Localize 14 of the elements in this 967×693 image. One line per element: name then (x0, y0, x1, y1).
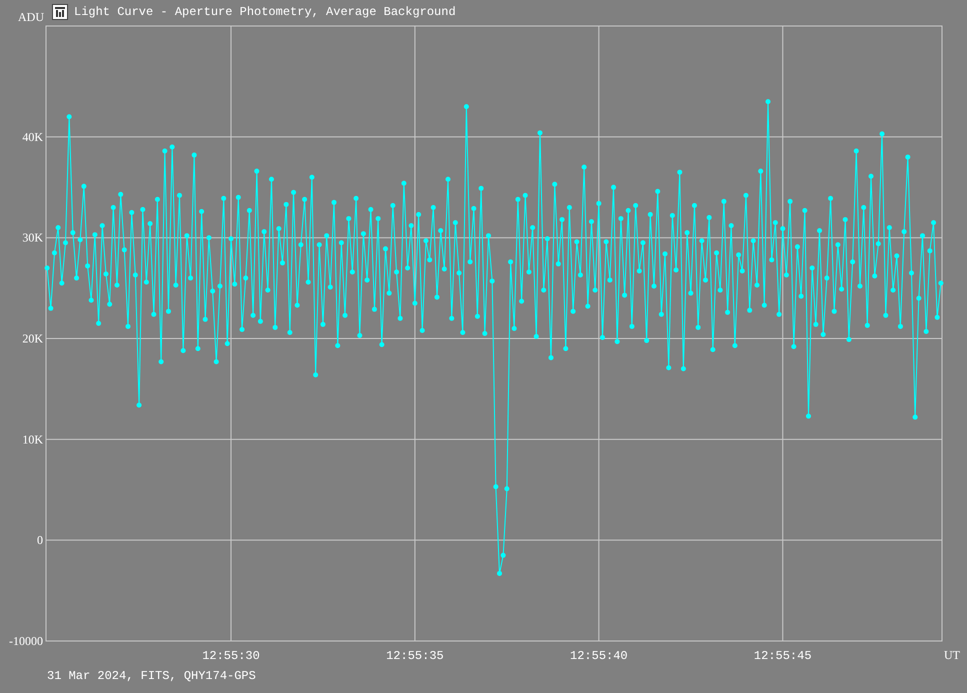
axis-tick-label: 30K (22, 230, 43, 245)
footer-text: 31 Mar 2024, FITS, QHY174-GPS (47, 669, 256, 683)
axis-tick-label: 40K (22, 130, 43, 144)
axis-tick-label: 12:55:35 (386, 649, 444, 663)
axis-tick-label: 12:55:45 (754, 649, 812, 663)
axis-tick-label: 0 (37, 533, 43, 548)
axis-tick-label: 12:55:40 (570, 649, 628, 663)
axis-tick-label: 10K (22, 432, 43, 446)
axis-tick-label: -10000 (9, 634, 43, 648)
axis-tick-label: 20K (22, 332, 43, 346)
axis-label: UT (944, 648, 960, 662)
axis-label: ADU (17, 10, 44, 25)
window-title: Light Curve - Aperture Photometry, Average Background (74, 5, 456, 19)
axis-tick-label: 12:55:30 (202, 649, 260, 663)
